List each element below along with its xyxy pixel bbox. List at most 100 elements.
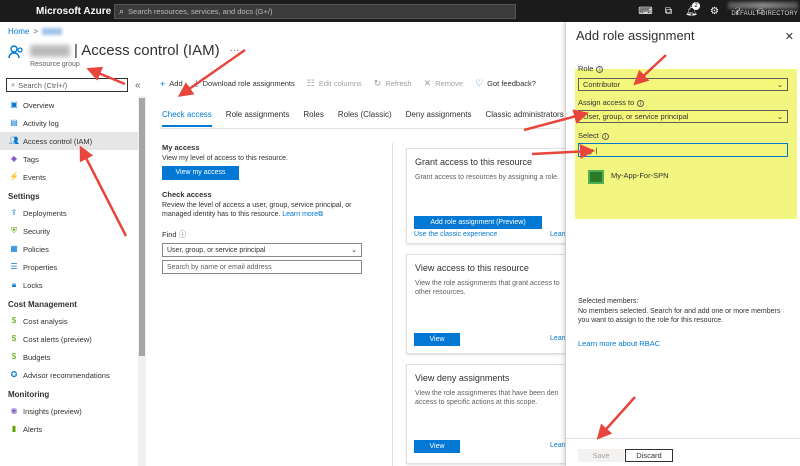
sidebar-item-label: Activity log — [23, 118, 59, 128]
resource-name-redacted — [30, 44, 70, 57]
learn-more-link[interactable]: Learn more — [282, 211, 318, 218]
breadcrumb-home[interactable]: Home — [8, 27, 29, 36]
info-icon: i — [596, 66, 604, 73]
settings-icon[interactable]: ⚙ — [703, 6, 726, 17]
account-menu[interactable]: DEFAULT DIRECTORY — [728, 2, 798, 17]
search-icon: ⌕ — [11, 80, 16, 89]
select-label: Select i — [578, 131, 609, 140]
remove-label: Remove — [435, 79, 464, 88]
assign-access-dropdown[interactable]: User, group, or service principal ⌄ — [578, 110, 788, 123]
sidebar-search-input[interactable]: ⌕ Search (Ctrl+/) — [6, 78, 128, 92]
sidebar-item-budgets[interactable]: $ Budgets — [0, 348, 146, 366]
page-subtitle: Resource group — [30, 61, 80, 68]
sidebar-item-label: Cost analysis — [23, 316, 68, 326]
refresh-label: Refresh — [385, 79, 412, 88]
view-deny-button[interactable]: View — [414, 440, 460, 453]
sidebar-item-label: Events — [23, 172, 46, 182]
find-search-input[interactable]: Search by name or email address — [162, 260, 362, 274]
view-my-access-button[interactable]: View my access — [162, 166, 239, 180]
brand-label[interactable]: Microsoft Azure — [0, 6, 112, 17]
sidebar-item-events[interactable]: ⚡ Events — [0, 168, 146, 186]
sidebar-item-properties[interactable]: ☰ Properties — [0, 258, 146, 276]
find-type-dropdown[interactable]: User, group, or service principal ⌄ — [162, 243, 362, 257]
discard-button[interactable]: Discard — [625, 449, 673, 462]
sidebar-item-advisor[interactable]: ✪ Advisor recommendations — [0, 366, 146, 384]
top-bar: Microsoft Azure ⌕ Search resources, serv… — [0, 0, 800, 22]
sidebar-item-insights[interactable]: ◉ Insights (preview) — [0, 402, 146, 420]
save-button[interactable]: Save — [578, 449, 624, 462]
budgets-icon: $ — [11, 352, 17, 361]
sidebar-item-security[interactable]: ⛨ Security — [0, 222, 146, 240]
panel-footer-divider — [566, 438, 800, 439]
sidebar-item-overview[interactable]: ▣ Overview — [0, 96, 146, 114]
grant-access-text: Grant access to resources by assigning a… — [415, 174, 559, 181]
external-link-icon: ⧉ — [318, 211, 324, 218]
tab-classic-administrators[interactable]: Classic administrators — [485, 110, 563, 127]
view-access-title: View access to this resource — [415, 263, 529, 273]
more-options-icon[interactable]: ··· — [230, 45, 240, 56]
feedback-button[interactable]: ♡ Got feedback? — [475, 78, 536, 89]
classic-experience-link[interactable]: Use the classic experience — [414, 231, 497, 238]
learn-more-rbac-link[interactable]: Learn more about RBAC — [578, 339, 660, 348]
sidebar-item-alerts[interactable]: ▮ Alerts — [0, 420, 146, 438]
view-access-button[interactable]: View — [414, 333, 460, 346]
search-result-name: My-App-For-SPN — [611, 170, 669, 180]
directory-filter-icon[interactable]: ⧉ — [657, 6, 680, 17]
cloud-shell-icon[interactable]: ⌨ — [634, 6, 657, 17]
refresh-icon: ↻ — [373, 78, 382, 88]
select-search-value: My- — [583, 145, 596, 155]
breadcrumb-resource-redacted[interactable] — [42, 28, 63, 35]
sidebar-scrollbar-thumb[interactable] — [139, 98, 145, 356]
tab-check-access[interactable]: Check access — [162, 110, 212, 127]
download-role-assignments-button[interactable]: ⤓ Download role assignments — [195, 78, 295, 89]
tab-role-assignments[interactable]: Role assignments — [226, 110, 290, 127]
overview-icon: ▣ — [10, 100, 18, 109]
info-icon: i — [601, 133, 609, 140]
sidebar-item-label: Cost alerts (preview) — [23, 334, 92, 344]
edit-columns-label: Edit columns — [318, 79, 362, 88]
sidebar-item-cost-analysis[interactable]: $ Cost analysis — [0, 312, 146, 330]
tab-roles-classic[interactable]: Roles (Classic) — [338, 110, 392, 127]
role-dropdown[interactable]: Contributor ⌄ — [578, 78, 788, 91]
select-search-input[interactable]: My- | — [578, 143, 788, 157]
find-search-placeholder: Search by name or email address — [167, 263, 272, 271]
sidebar-item-cost-alerts[interactable]: $ Cost alerts (preview) — [0, 330, 146, 348]
refresh-button[interactable]: ↻ Refresh — [374, 78, 412, 89]
sidebar-item-tags[interactable]: ◆ Tags — [0, 150, 146, 168]
sidebar-item-policies[interactable]: ▦ Policies — [0, 240, 146, 258]
find-label-text: Find — [162, 230, 177, 239]
search-result-item[interactable]: My-App-For-SPN — [588, 170, 669, 184]
deployments-icon: ⇪ — [10, 208, 18, 217]
assign-access-label: Assign access to i — [578, 98, 645, 107]
sidebar-item-label: Budgets — [23, 352, 51, 362]
sidebar-section-monitoring: Monitoring — [8, 390, 50, 399]
deny-assignments-text-2: access to specific actions at this scope… — [415, 399, 538, 406]
remove-button[interactable]: ✕ Remove — [424, 78, 463, 89]
plus-icon: + — [160, 78, 166, 89]
close-icon[interactable]: ✕ — [785, 30, 794, 43]
sidebar-item-activity-log[interactable]: ▤ Activity log — [0, 114, 146, 132]
search-icon: ⌕ — [119, 5, 125, 16]
tab-deny-assignments[interactable]: Deny assignments — [406, 110, 472, 127]
chevron-down-icon: ⌄ — [776, 80, 783, 89]
check-access-section: My access View my level of access to thi… — [162, 143, 372, 274]
tab-roles[interactable]: Roles — [303, 110, 323, 127]
check-access-text: Review the level of access a user, group… — [162, 202, 352, 218]
deny-assignments-title: View deny assignments — [415, 373, 510, 383]
app-registration-icon — [588, 170, 604, 184]
notifications-icon[interactable]: 🔔︎ 2 — [680, 1, 703, 17]
edit-columns-button[interactable]: ☷ Edit columns — [307, 78, 362, 89]
activity-log-icon: ▤ — [10, 118, 18, 127]
breadcrumb: Home > — [8, 27, 63, 36]
sidebar-item-label: Deployments — [23, 208, 67, 218]
add-role-assignment-button[interactable]: Add role assignment (Preview) — [414, 216, 542, 229]
sidebar-item-access-control[interactable]: 👥︎ Access control (IAM) — [0, 132, 146, 150]
sidebar-item-deployments[interactable]: ⇪ Deployments — [0, 204, 146, 222]
collapse-sidebar-icon[interactable]: « — [135, 80, 141, 91]
sidebar-item-locks[interactable]: 🔒︎ Locks — [0, 276, 146, 294]
add-button[interactable]: + Add — [160, 79, 183, 89]
lock-icon: 🔒︎ — [11, 280, 17, 289]
sidebar-item-label: Access control (IAM) — [23, 136, 93, 146]
sidebar-item-label: Insights (preview) — [23, 406, 82, 416]
global-search-input[interactable]: ⌕ Search resources, services, and docs (… — [114, 3, 516, 19]
